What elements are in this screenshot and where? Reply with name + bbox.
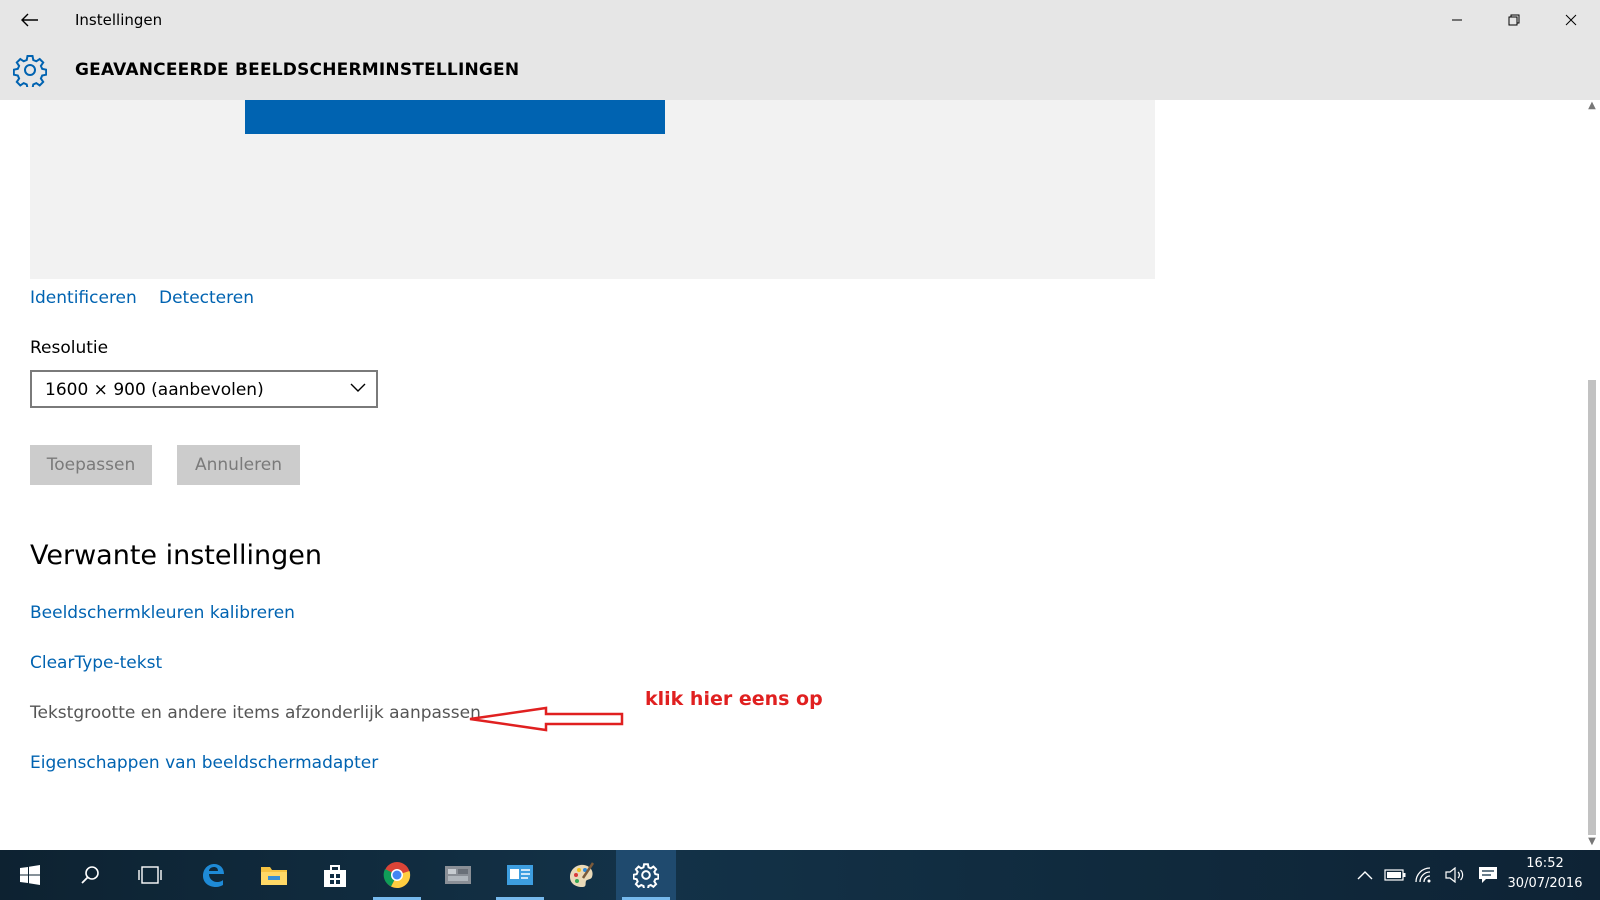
windows-start-icon (20, 865, 40, 885)
related-settings-heading: Verwante instellingen (30, 540, 322, 571)
close-button[interactable] (1548, 6, 1594, 34)
volume-button[interactable] (1443, 863, 1467, 887)
battery-icon (1384, 869, 1406, 881)
scrollbar-thumb[interactable] (1588, 380, 1596, 835)
edge-icon (203, 864, 224, 887)
edge-button[interactable] (183, 850, 243, 900)
resolution-label: Resolutie (30, 338, 109, 358)
search-icon (81, 866, 99, 884)
title-bar (0, 0, 1600, 100)
restore-icon (1508, 14, 1520, 26)
store-button[interactable] (305, 850, 365, 900)
minimize-icon (1452, 19, 1462, 21)
task-view-icon (138, 866, 162, 884)
detect-link[interactable]: Detecteren (159, 288, 254, 308)
annotation-text: klik hier eens op (645, 688, 823, 710)
calibrate-colors-link[interactable]: Beeldschermkleuren kalibreren (30, 603, 295, 623)
task-view-button[interactable] (120, 850, 180, 900)
resolution-value: 1600 × 900 (aanbevolen) (45, 380, 264, 400)
taskbar-clock[interactable]: 16:52 30/07/2016 (1500, 854, 1590, 894)
settings-gear-icon (633, 863, 659, 888)
settings-gear-header (12, 53, 48, 90)
scroll-up-arrow[interactable]: ▲ (1586, 100, 1598, 112)
file-explorer-button[interactable] (244, 850, 304, 900)
chevron-down-icon (350, 383, 366, 392)
scroll-down-arrow[interactable]: ▼ (1586, 836, 1598, 848)
identify-link[interactable]: Identificeren (30, 288, 137, 308)
cleartype-link[interactable]: ClearType-tekst (30, 653, 162, 673)
notification-icon (1479, 867, 1497, 883)
paint-icon (570, 862, 595, 887)
annotation-arrow (469, 706, 624, 732)
resolution-dropdown[interactable]: 1600 × 900 (aanbevolen) (30, 370, 378, 408)
volume-icon (1445, 867, 1464, 883)
restore-button[interactable] (1491, 6, 1537, 34)
clock-date: 30/07/2016 (1507, 876, 1583, 891)
chrome-button[interactable] (367, 850, 427, 900)
apply-button[interactable]: Toepassen (30, 445, 152, 485)
wifi-icon (1415, 867, 1431, 883)
chrome-icon (383, 862, 411, 889)
action-center-button[interactable] (1476, 863, 1500, 887)
page-title: GEAVANCEERDE BEELDSCHERMINSTELLINGEN (75, 60, 520, 80)
outlook-button[interactable] (490, 850, 550, 900)
paint-button[interactable] (551, 850, 611, 900)
chevron-up-icon (1357, 871, 1373, 880)
clock-time: 16:52 (1526, 856, 1564, 871)
adapter-properties-link[interactable]: Eigenschappen van beeldschermadapter (30, 753, 378, 773)
cancel-button[interactable]: Annuleren (177, 445, 300, 485)
gear-icon (12, 55, 48, 90)
back-button[interactable] (16, 8, 44, 32)
back-arrow-icon (21, 13, 38, 27)
text-size-link[interactable]: Tekstgrootte en andere items afzonderlij… (30, 703, 481, 723)
monitor-tile[interactable] (245, 100, 665, 134)
minimize-button[interactable] (1434, 6, 1480, 34)
outlook-icon (507, 865, 533, 885)
start-button[interactable] (0, 850, 60, 900)
settings-taskbar-button[interactable] (616, 850, 676, 900)
store-icon (324, 865, 346, 887)
app-icon (445, 866, 471, 884)
battery-button[interactable] (1383, 863, 1407, 887)
show-hidden-icons-button[interactable] (1353, 863, 1377, 887)
close-icon (1565, 14, 1577, 26)
search-button[interactable] (60, 850, 120, 900)
app-button[interactable] (428, 850, 488, 900)
file-explorer-icon (261, 867, 287, 885)
network-button[interactable] (1413, 863, 1437, 887)
window-title: Instellingen (75, 11, 163, 29)
